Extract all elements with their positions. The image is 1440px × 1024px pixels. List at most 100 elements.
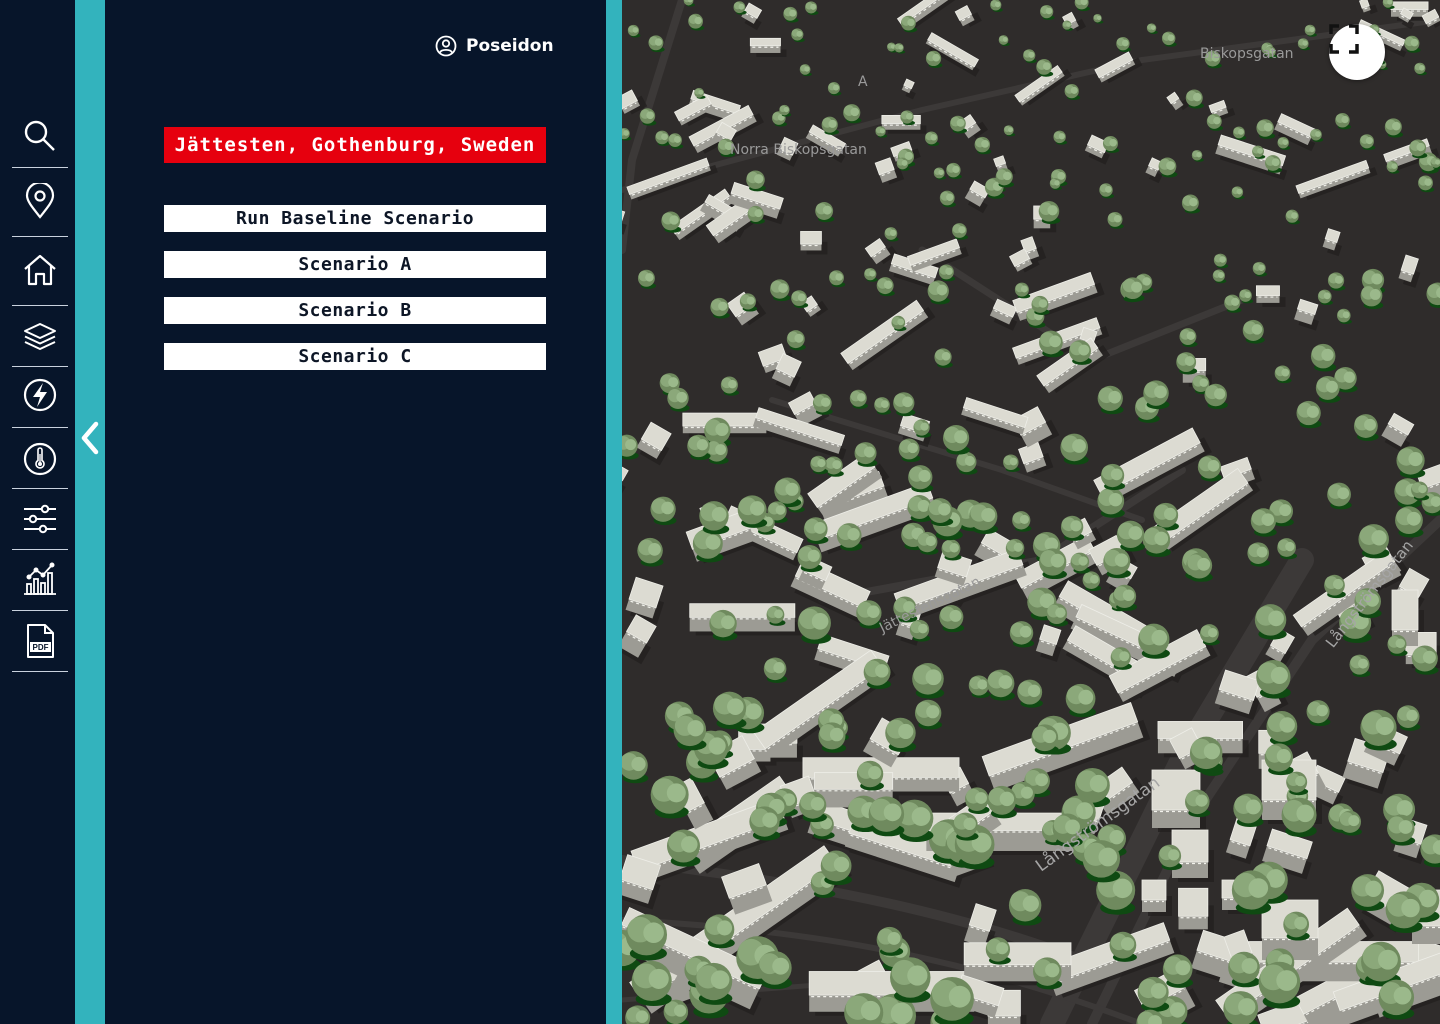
tree — [1296, 400, 1322, 429]
tree — [1396, 446, 1426, 479]
tree — [1005, 538, 1026, 560]
tree — [1064, 83, 1081, 101]
building — [840, 299, 929, 371]
tree — [1360, 709, 1397, 751]
location-label: Jättesten, Gothenburg, Sweden — [164, 127, 546, 163]
tree — [1224, 294, 1242, 313]
tree — [1327, 272, 1346, 291]
street-label: Norra Biskopsgatan — [730, 142, 867, 158]
collapse-panel-button[interactable] — [75, 416, 105, 460]
energy-button[interactable] — [12, 365, 68, 425]
tree — [876, 277, 895, 297]
tree — [797, 544, 823, 573]
tree — [1274, 365, 1292, 384]
tree — [990, 0, 1003, 12]
tree — [1189, 736, 1223, 774]
tree — [843, 104, 862, 124]
tree — [699, 501, 730, 535]
tree — [757, 950, 792, 990]
tree — [712, 691, 747, 730]
tree — [710, 297, 730, 319]
tree — [868, 796, 905, 837]
tree — [622, 434, 639, 460]
location-button[interactable] — [12, 171, 68, 231]
tree — [1036, 59, 1054, 77]
user-name: Poseidon — [466, 36, 554, 56]
scenario-c-button[interactable]: Scenario C — [164, 343, 546, 370]
tree — [1324, 574, 1346, 599]
tree — [1418, 175, 1435, 193]
tree — [1233, 793, 1264, 828]
layers-button[interactable] — [12, 307, 68, 367]
tree — [1310, 343, 1337, 372]
temperature-button[interactable] — [12, 429, 68, 489]
tree — [939, 605, 965, 633]
user-account[interactable]: Poseidon — [435, 32, 554, 60]
tree — [770, 279, 791, 302]
fullscreen-button[interactable] — [1329, 24, 1385, 80]
tree — [1116, 36, 1131, 52]
tree — [637, 269, 657, 289]
tree — [737, 495, 768, 528]
tree — [985, 937, 1011, 965]
tree — [1266, 711, 1298, 746]
tree — [890, 957, 931, 1003]
search-icon — [24, 120, 55, 151]
tree — [827, 82, 842, 96]
tree — [849, 389, 868, 409]
tree — [856, 760, 884, 791]
tree — [1162, 954, 1194, 988]
tree — [874, 397, 892, 415]
tree — [1038, 200, 1061, 225]
tree — [627, 24, 641, 38]
tree — [909, 619, 931, 642]
thermometer-icon — [23, 442, 57, 476]
tree — [746, 170, 766, 192]
tree — [648, 35, 665, 53]
tree — [709, 609, 738, 641]
map-view[interactable]: Norra Biskopsgatan Biskopsgatan A Jättes… — [622, 0, 1440, 1024]
tree — [829, 270, 846, 288]
home-button[interactable] — [12, 240, 68, 300]
fullscreen-icon — [1329, 24, 1359, 54]
tree — [1116, 520, 1145, 552]
tree — [876, 926, 904, 956]
tree — [1396, 705, 1421, 731]
street-label: Biskopsgatan — [1200, 46, 1294, 62]
tree — [1351, 874, 1385, 911]
tree — [1142, 526, 1171, 558]
tree — [1040, 5, 1055, 20]
map-pin-icon — [25, 183, 55, 219]
tree — [1009, 621, 1035, 648]
tree — [1008, 888, 1042, 926]
tree — [939, 190, 956, 208]
tree — [820, 850, 852, 886]
tree — [1395, 506, 1424, 538]
scenario-b-button[interactable]: Scenario B — [164, 297, 546, 324]
tree — [1176, 352, 1198, 375]
tree — [1186, 552, 1213, 582]
settings-button[interactable] — [12, 489, 68, 549]
tree — [912, 662, 945, 699]
tree — [1033, 957, 1063, 990]
tree — [914, 699, 943, 730]
tree — [1385, 891, 1423, 933]
scenario-a-button[interactable]: Scenario A — [164, 251, 546, 278]
tree — [791, 290, 809, 309]
tree — [799, 64, 812, 77]
tree — [952, 223, 969, 240]
divider — [12, 167, 68, 168]
tree — [1012, 511, 1032, 532]
tree — [810, 455, 828, 475]
tree — [1093, 14, 1104, 24]
statistics-button[interactable] — [12, 549, 68, 609]
tree — [1411, 645, 1439, 675]
building — [901, 78, 915, 94]
tree — [927, 498, 954, 527]
tree — [1107, 211, 1124, 229]
run-baseline-button[interactable]: Run Baseline Scenario — [164, 205, 546, 232]
search-button[interactable] — [12, 106, 68, 166]
tree — [631, 960, 672, 1007]
pdf-export-button[interactable]: PDF — [12, 611, 68, 671]
tree — [673, 713, 707, 751]
